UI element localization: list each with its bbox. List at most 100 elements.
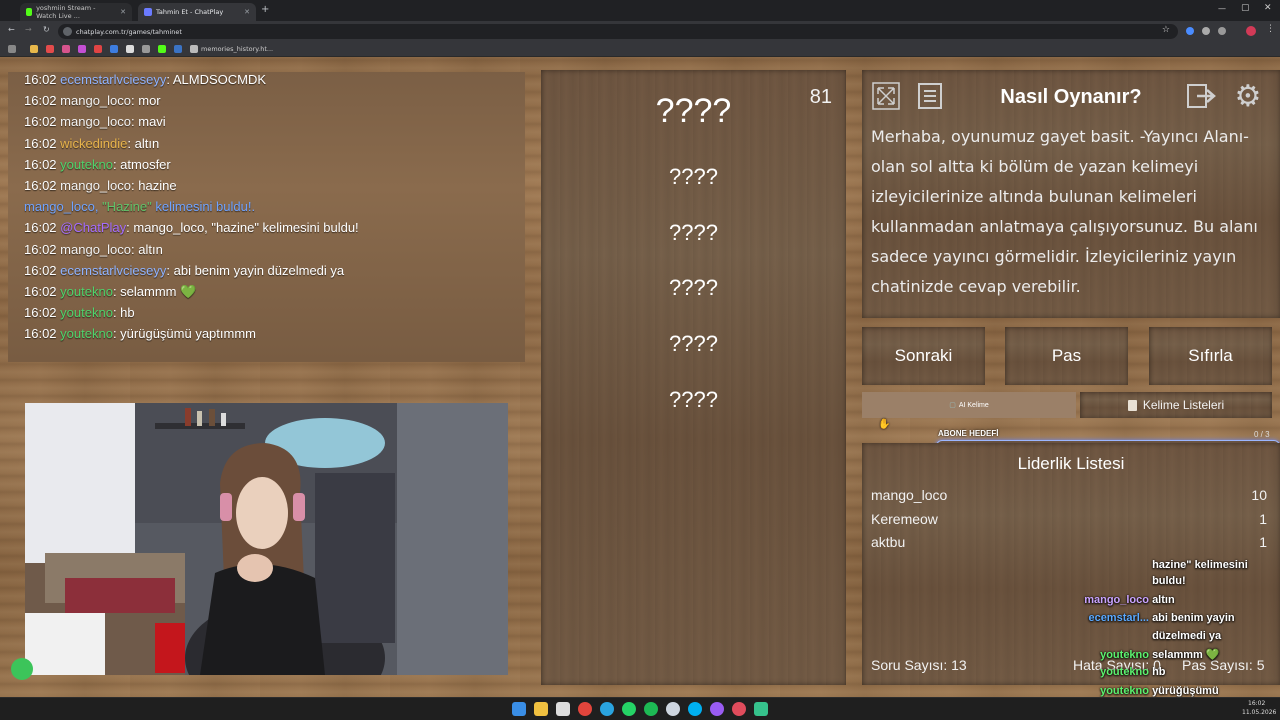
app-icon[interactable] <box>754 702 768 716</box>
overlay-message: buldu! <box>1152 575 1186 587</box>
chat-username[interactable]: youtekno <box>60 326 113 341</box>
back-icon[interactable]: ← <box>8 25 15 34</box>
forward-icon[interactable]: → <box>25 25 32 34</box>
ai-word-button[interactable]: ▢ AI Kelime <box>862 392 1076 418</box>
settings-gear-icon[interactable]: ⚙ <box>1232 79 1264 114</box>
browser-tab-kick[interactable]: yoshmiin Stream - Watch Live ... ✕ <box>20 3 132 21</box>
new-tab-icon[interactable]: + <box>261 4 269 15</box>
chat-text: hb <box>120 305 135 321</box>
close-window-icon[interactable]: ✕ <box>1264 3 1272 13</box>
chat-username[interactable]: youtekno <box>60 157 113 172</box>
chat-username[interactable]: youtekno <box>60 284 113 299</box>
bookmark-icon[interactable] <box>174 45 182 53</box>
word-lists-button[interactable]: Kelime Listeleri <box>1080 392 1272 418</box>
bookmark-icon[interactable] <box>30 45 38 53</box>
chat-message: 16:02 ecemstarlvcieseyy: ALMDSOCMDK <box>24 72 266 87</box>
chat-username[interactable]: ecemstarlvcieseyy <box>60 263 166 278</box>
chat-timestamp: 16:02 <box>24 262 57 278</box>
close-tab-icon[interactable]: ✕ <box>120 8 126 16</box>
chat-username[interactable]: mango_loco <box>60 178 131 193</box>
maximize-window-icon[interactable]: ▢ <box>1241 3 1250 13</box>
ai-word-label: AI Kelime <box>958 401 989 409</box>
sub-goal-value: 0 / 3 <box>1254 430 1270 439</box>
browser-tab-bar: yoshmiin Stream - Watch Live ... ✕ Tahmi… <box>0 0 1280 21</box>
chat-username[interactable]: ecemstarlvcieseyy <box>60 72 166 87</box>
discord-icon[interactable] <box>710 702 724 716</box>
chat-username[interactable]: wickedindie <box>60 136 127 151</box>
url-text: chatplay.com.tr/games/tahminet <box>76 27 182 36</box>
chat-username[interactable]: mango_loco <box>60 93 131 108</box>
chat-timestamp: 16:02 <box>24 72 57 87</box>
chat-message: 16:02 mango_loco: altın <box>24 242 163 257</box>
file-icon[interactable] <box>190 45 198 53</box>
reload-icon[interactable]: ↻ <box>43 25 50 34</box>
how-to-play-panel: Nasıl Oynanır? ⚙ Merhaba, oyunumuz gayet… <box>862 70 1280 318</box>
chat-timestamp: 16:02 <box>24 305 57 321</box>
pass-button[interactable]: Pas <box>1005 327 1128 385</box>
chat-message: 16:02 mango_loco: hazine <box>24 178 177 193</box>
close-tab-icon[interactable]: ✕ <box>244 8 250 16</box>
overlay-message: hazine" kelimesini <box>1152 559 1248 571</box>
chat-timestamp: 16:02 <box>24 220 57 236</box>
overlay-username: mango_loco <box>1084 594 1149 606</box>
browser-tab-chatplay[interactable]: Tahmin Et - ChatPlay ✕ <box>138 3 256 21</box>
exit-icon[interactable] <box>1186 80 1218 112</box>
address-bar[interactable]: chatplay.com.tr/games/tahminet ☆ <box>58 24 1178 39</box>
apps-icon[interactable] <box>8 45 16 53</box>
bookmark-icon[interactable] <box>110 45 118 53</box>
bookmark-icon[interactable] <box>94 45 102 53</box>
browser-menu-icon[interactable]: ⋮ <box>1266 24 1275 34</box>
overlay-username: ecemstarl... <box>1088 612 1149 624</box>
overlay-message: abi benim yayin <box>1152 612 1235 624</box>
chat-username[interactable]: youtekno <box>60 305 113 320</box>
app-icon[interactable] <box>732 702 746 716</box>
chat-colon: : <box>166 262 174 278</box>
overlay-username: youtekno <box>1100 649 1149 661</box>
extension-icon[interactable] <box>1218 27 1226 35</box>
chrome-icon[interactable] <box>578 702 592 716</box>
bookmark-icon[interactable] <box>62 45 70 53</box>
chat-text: atmosfer <box>120 156 171 172</box>
bookmark-icon[interactable] <box>126 45 134 53</box>
chat-text: altın <box>134 135 160 151</box>
minimize-window-icon[interactable]: — <box>1218 4 1226 13</box>
telegram-icon[interactable] <box>600 702 614 716</box>
tab-title: yoshmiin Stream - Watch Live ... <box>36 4 96 20</box>
extension-icon[interactable] <box>1202 27 1210 35</box>
whatsapp-icon[interactable] <box>622 702 636 716</box>
chat-username[interactable]: @ChatPlay <box>60 220 126 235</box>
chat-username[interactable]: mango_loco <box>60 114 131 129</box>
app-icon[interactable] <box>556 702 570 716</box>
chat-username[interactable]: mango_loco <box>60 242 131 257</box>
file-explorer-icon[interactable] <box>534 702 548 716</box>
overlay-message: düzelmedi ya <box>1152 630 1222 642</box>
bookmark-icon[interactable] <box>78 45 86 53</box>
bookmark-icon[interactable] <box>46 45 54 53</box>
spotify-icon[interactable] <box>644 702 658 716</box>
player-name: Keremeow <box>871 511 938 527</box>
bookmark-label[interactable]: memories_history.ht... <box>201 45 273 53</box>
overlay-chat-line: mango_loco altın <box>1075 594 1275 606</box>
chatplay-favicon-icon <box>144 8 152 16</box>
extension-icon[interactable] <box>1186 27 1194 35</box>
chat-text: selammm 💚 <box>120 284 197 299</box>
site-info-icon[interactable] <box>63 27 72 36</box>
bookmark-icon[interactable] <box>158 45 166 53</box>
next-button[interactable]: Sonraki <box>862 327 985 385</box>
found-word: "Hazine" <box>102 199 152 215</box>
clock-date: 11.05.2026 <box>1242 709 1277 716</box>
chat-text: hazine <box>138 178 177 193</box>
leaderboard-row: mango_loco 10 <box>871 487 1267 503</box>
bookmark-icon[interactable] <box>142 45 150 53</box>
how-to-play-text: Merhaba, oyunumuz gayet basit. -Yayıncı … <box>871 127 1258 296</box>
windows-start-icon[interactable] <box>512 702 526 716</box>
bookmark-star-icon[interactable]: ☆ <box>1162 25 1170 35</box>
skype-icon[interactable] <box>688 702 702 716</box>
reset-button[interactable]: Sıfırla <box>1149 327 1272 385</box>
steam-icon[interactable] <box>666 702 680 716</box>
chat-message: 16:02 youtekno: yürügüşümü yaptımmm <box>24 326 256 341</box>
overlay-message: selammm 💚 <box>1152 649 1220 661</box>
profile-avatar[interactable] <box>1246 26 1256 36</box>
forbidden-word: ???? <box>669 331 718 356</box>
mouse-cursor-icon: ✋ <box>878 419 891 430</box>
